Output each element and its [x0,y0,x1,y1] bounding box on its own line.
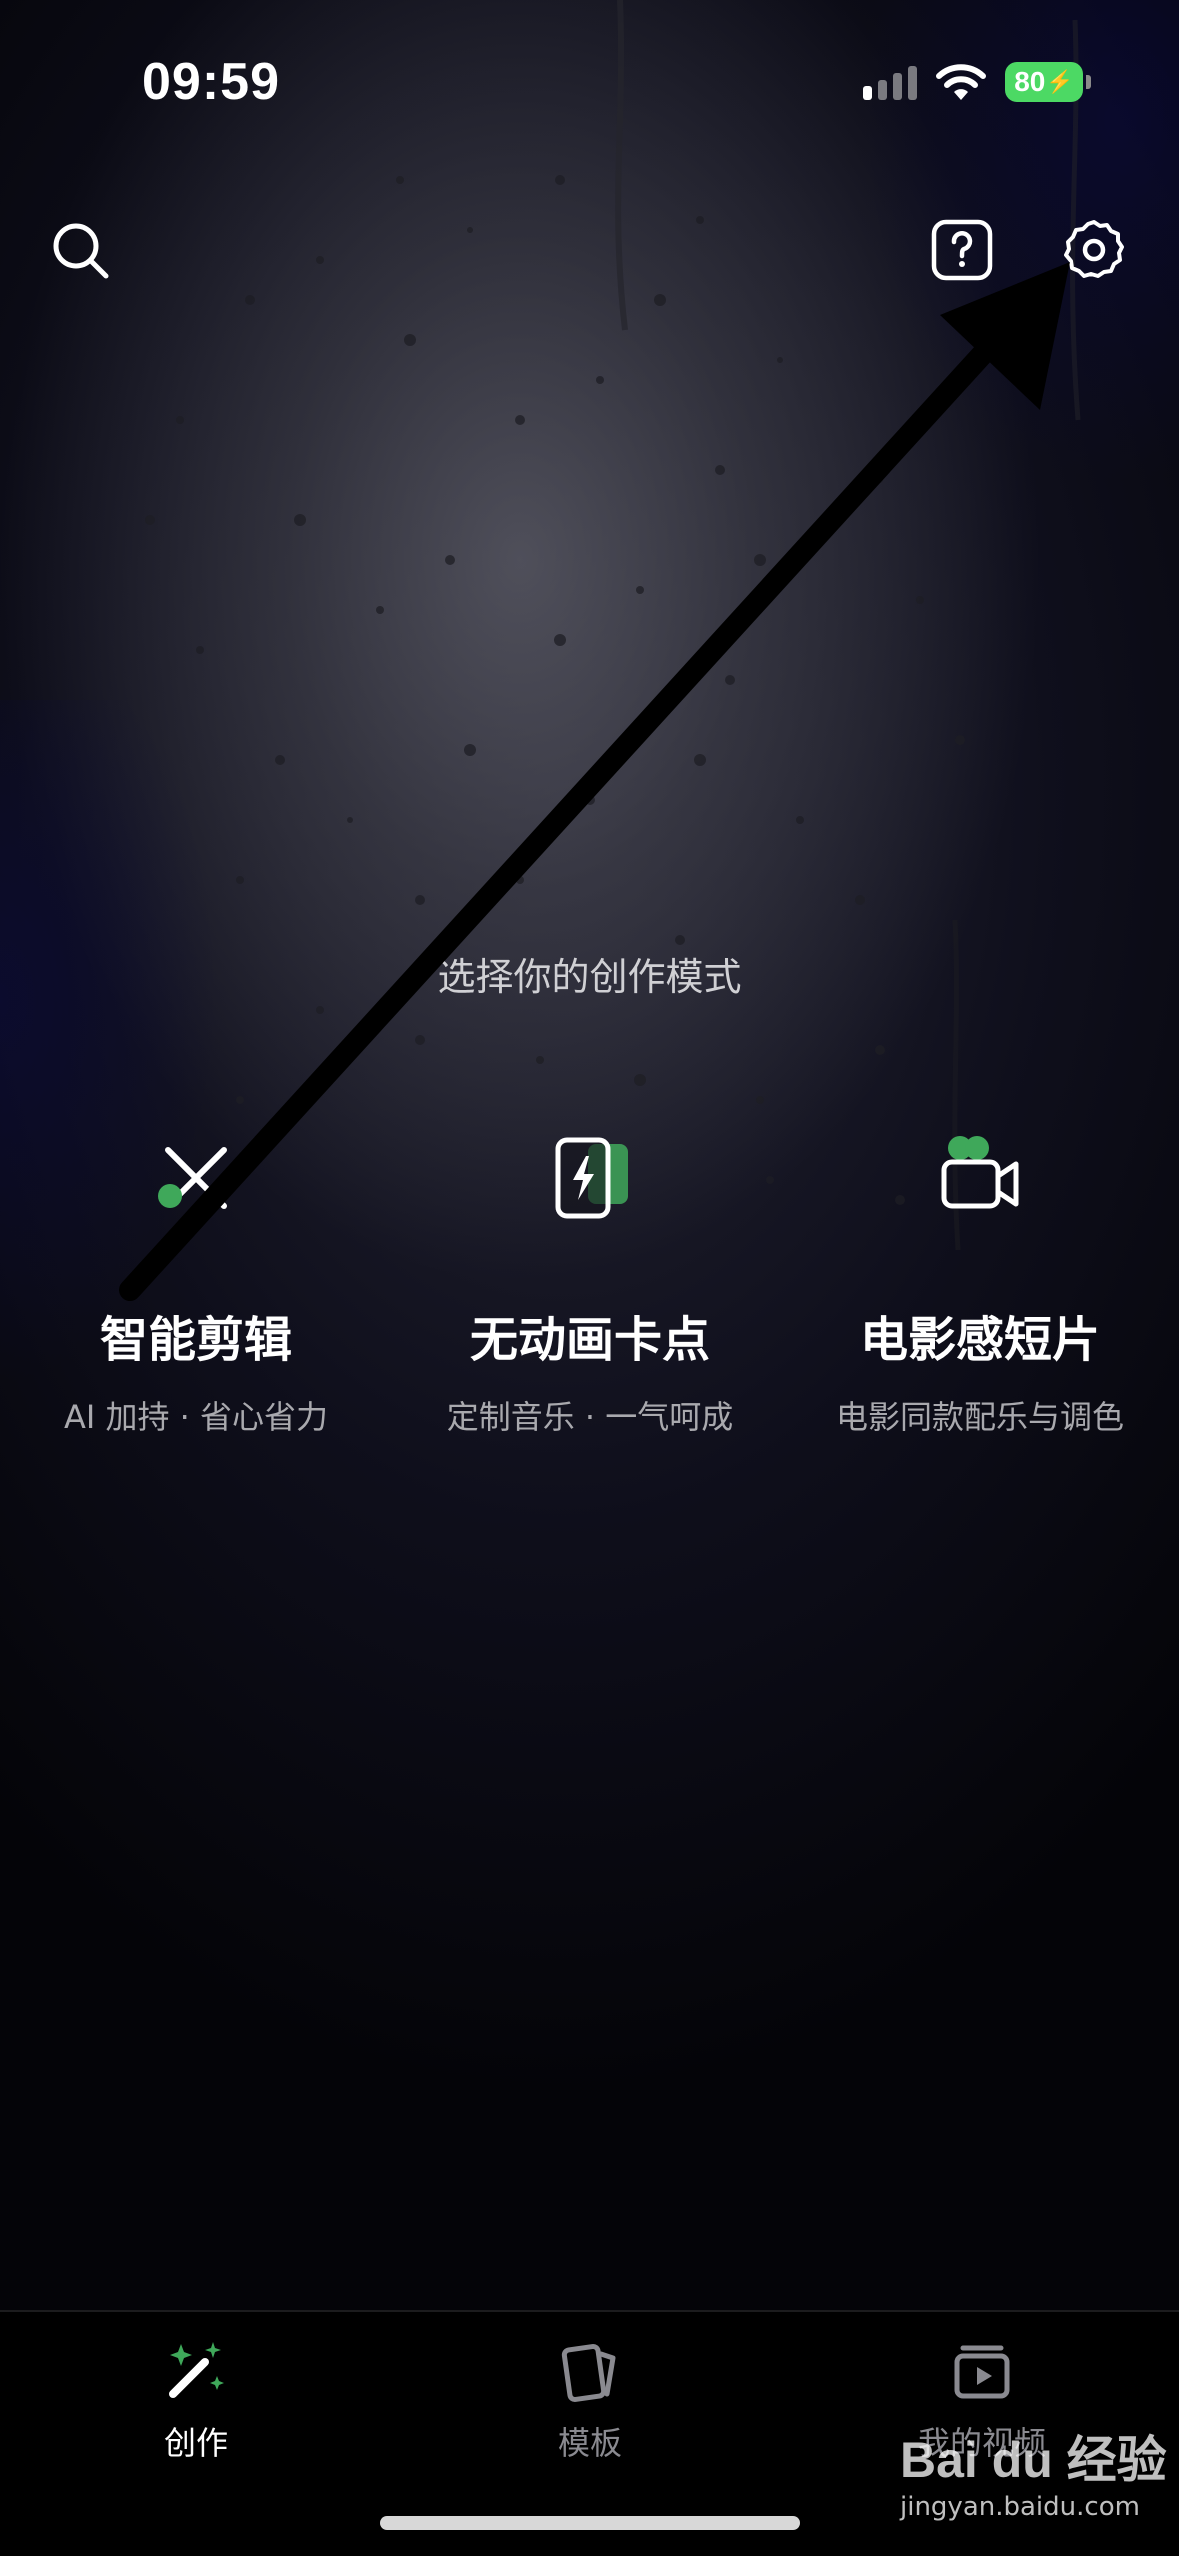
mode-beat-sync[interactable]: 无动画卡点 定制音乐 · 一气呵成 [400,1130,780,1438]
battery-indicator: 80 ⚡ [1005,62,1091,102]
mode-name: 电影感短片 [859,1312,1100,1368]
cellular-signal-icon [863,64,917,100]
charging-bolt-icon: ⚡ [1046,69,1074,94]
mode-smart-edit[interactable]: 智能剪辑 AI 加持 · 省心省力 [6,1130,386,1438]
tab-create[interactable]: 创作 [46,2336,346,2464]
magic-wand-icon [169,2342,224,2398]
scissors-icon [158,1147,227,1209]
help-icon[interactable] [930,218,994,282]
tab-label: 创作 [163,2424,228,2462]
status-time: 09:59 [142,53,280,111]
tab-label: 模板 [557,2424,622,2462]
watermark-url: jingyan.baidu.com [900,2492,1140,2522]
mode-description: AI 加持 · 省心省力 [63,1398,329,1436]
mode-description: 电影同款配乐与调色 [835,1398,1124,1436]
my-videos-icon [954,2345,1010,2399]
mode-section-title: 选择你的创作模式 [437,955,742,999]
home-indicator[interactable] [380,2516,800,2530]
video-camera-icon [941,1136,1019,1209]
battery-level: 80 [1014,66,1046,97]
mode-name: 无动画卡点 [469,1312,710,1368]
mode-description: 定制音乐 · 一气呵成 [446,1398,734,1436]
template-cards-icon [561,2344,616,2402]
mode-cinematic-short[interactable]: 电影感短片 电影同款配乐与调色 [790,1130,1170,1438]
mode-name: 智能剪辑 [99,1312,292,1368]
wifi-icon [936,64,986,100]
flash-card-icon [555,1137,628,1219]
watermark-logo: Bai du 经验 [900,2432,1167,2488]
tab-templates[interactable]: 模板 [440,2336,740,2464]
status-indicators: 80 ⚡ [863,62,1091,102]
search-icon[interactable] [48,218,112,282]
settings-gear-icon[interactable] [1062,218,1126,282]
